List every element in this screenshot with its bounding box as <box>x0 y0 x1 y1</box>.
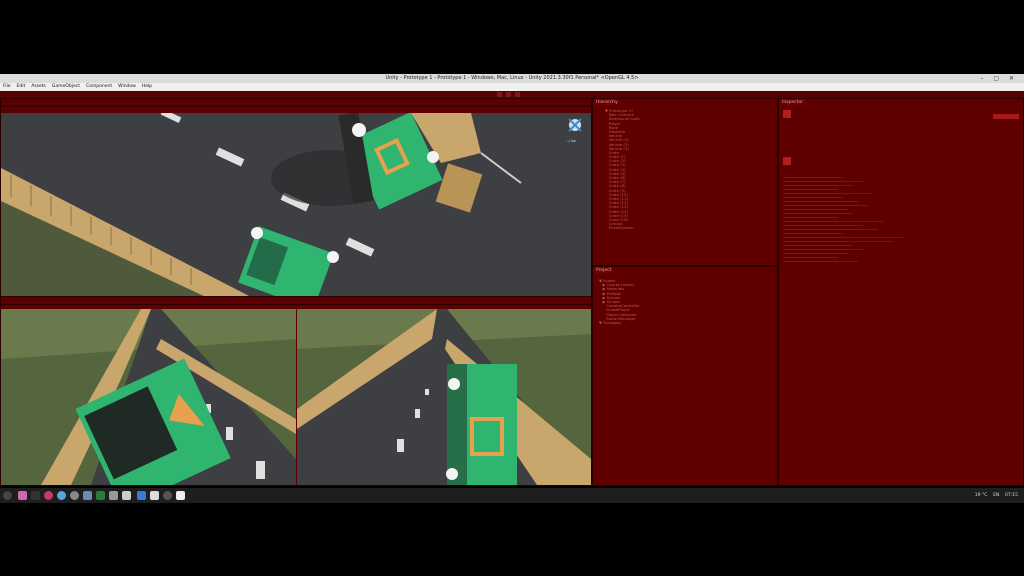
project-list: ▼ Assets ▶ Course Library ▶ Materials ▶ … <box>599 278 640 325</box>
clock[interactable]: 07:15 <box>1005 493 1018 498</box>
code-icon[interactable] <box>96 491 105 500</box>
inspector-tab[interactable]: Inspector <box>779 99 806 106</box>
unity-editor: ◁ Iso Hierarchy ▼ Prototype 1* Main Came… <box>0 91 1024 486</box>
menu-help[interactable]: Help <box>142 83 152 91</box>
hierarchy-list: ▼ Prototype 1* Main Camera Directional L… <box>605 108 640 230</box>
terminal-icon[interactable] <box>31 491 40 500</box>
gizmo-label: ◁ Iso <box>567 139 576 143</box>
editor-icon[interactable] <box>137 491 146 500</box>
game-viewport-right[interactable] <box>297 309 591 485</box>
menu-component[interactable]: Component <box>86 83 112 91</box>
menu-window[interactable]: Window <box>118 83 136 91</box>
inspector-panel: Inspector <box>778 98 1024 486</box>
system-tray: 19 °C EN 07:15 <box>975 488 1018 503</box>
pause-icon[interactable] <box>506 92 511 97</box>
game-viewport-left[interactable] <box>1 309 296 485</box>
hierarchy-panel: Hierarchy ▼ Prototype 1* Main Camera Dir… <box>592 98 778 266</box>
scene-toolbar <box>1 99 591 107</box>
scene-gizmo-icon[interactable] <box>568 118 582 132</box>
window-title-bar: Unity - Prototype 1 - Prototype 1 - Wind… <box>0 74 1024 83</box>
game-toolbar <box>1 297 591 305</box>
app-icon[interactable] <box>163 491 172 500</box>
inspector-header-icon <box>783 110 791 118</box>
settings-icon[interactable] <box>122 491 131 500</box>
folder-icon[interactable] <box>83 491 92 500</box>
browser-icon[interactable] <box>57 491 66 500</box>
vpn-icon[interactable] <box>70 491 79 500</box>
window-controls[interactable]: – ▢ ✕ <box>980 74 1018 83</box>
inspector-button[interactable] <box>993 114 1019 119</box>
project-tab[interactable]: Project <box>593 267 615 274</box>
menu-gameobject[interactable]: GameObject <box>52 83 80 91</box>
menu-edit[interactable]: Edit <box>17 83 26 91</box>
text-icon[interactable] <box>150 491 159 500</box>
scene-viewport[interactable]: ◁ Iso <box>1 113 591 297</box>
menu-assets[interactable]: Assets <box>31 83 46 91</box>
window-title: Unity - Prototype 1 - Prototype 1 - Wind… <box>385 75 639 81</box>
menu-icon[interactable] <box>3 491 12 500</box>
hierarchy-item[interactable]: EventSystem <box>605 226 640 230</box>
weather-text[interactable]: 19 °C <box>975 493 988 498</box>
game-panel <box>0 296 592 486</box>
photos-icon[interactable] <box>109 491 118 500</box>
project-panel: Project ▼ Assets ▶ Course Library ▶ Mate… <box>592 266 778 486</box>
menu-file[interactable]: File <box>3 83 11 91</box>
hierarchy-tab[interactable]: Hierarchy <box>593 99 621 106</box>
taskbar: 19 °C EN 07:15 <box>0 488 1024 503</box>
menu-bar: File Edit Assets GameObject Component Wi… <box>0 83 1024 91</box>
unity-icon[interactable] <box>176 491 185 500</box>
files-icon[interactable] <box>18 491 27 500</box>
inspector-content <box>783 174 1013 265</box>
scene-panel: ◁ Iso <box>0 98 592 297</box>
project-item[interactable]: ▼ Packages <box>599 320 640 325</box>
play-icon[interactable] <box>497 92 502 97</box>
language-indicator[interactable]: EN <box>993 493 999 498</box>
blocker-icon[interactable] <box>44 491 53 500</box>
step-icon[interactable] <box>515 92 520 97</box>
inspector-component-icon <box>783 157 791 165</box>
